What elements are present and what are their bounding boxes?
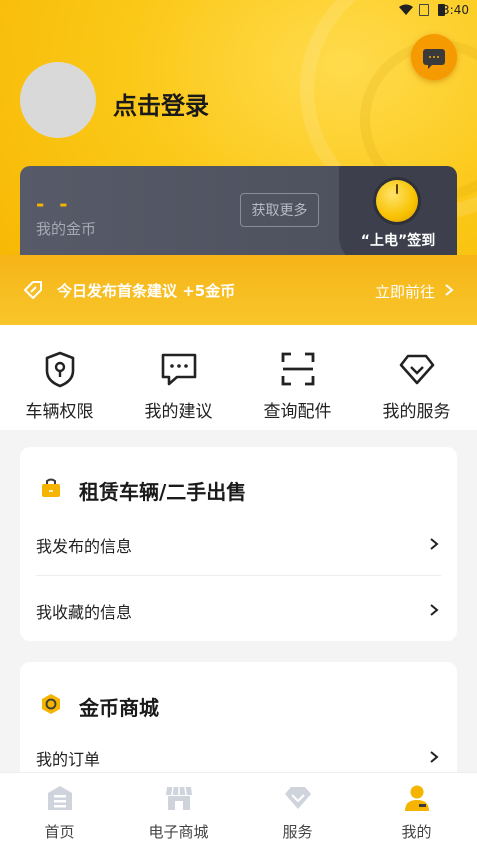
coin-value: - - — [36, 192, 72, 216]
diamond-icon — [284, 787, 311, 809]
row-label: 我的订单 — [36, 750, 101, 769]
nav-label: 我的 — [401, 823, 432, 841]
rental-title: 租赁车辆/二手出售 — [79, 480, 247, 504]
signin-button[interactable]: “上电”签到 — [339, 166, 457, 266]
sim-icon — [419, 4, 429, 16]
coin-label: 我的金币 — [36, 220, 97, 238]
shopping-bag-icon — [42, 478, 60, 497]
nav-tab-home[interactable]: 首页 — [0, 783, 119, 842]
nav-tab-service[interactable]: 服务 — [238, 783, 357, 842]
message-icon — [423, 49, 445, 69]
scan-icon — [281, 352, 314, 386]
get-more-button[interactable]: 获取更多 — [240, 193, 319, 227]
suggestion-text: 今日发布首条建议 +5金币 — [57, 282, 236, 300]
go-now-link[interactable]: 立即前往 — [375, 281, 435, 302]
message-icon — [161, 353, 196, 386]
coin-mall-title: 金币商城 — [79, 696, 159, 720]
coin-card: - - 我的金币 获取更多 “上电”签到 — [20, 166, 457, 266]
nav-label: 首页 — [44, 823, 75, 841]
signin-label: “上电”签到 — [360, 233, 436, 249]
my-posts-row[interactable]: 我发布的信息 — [36, 511, 441, 577]
quick-item-vehicle-permission[interactable]: 车辆权限 — [0, 349, 119, 422]
edit-tag-icon — [24, 281, 42, 299]
quick-item-label: 查询配件 — [263, 402, 332, 422]
chevron-right-icon — [430, 751, 439, 763]
diamond-icon — [399, 354, 434, 385]
bottom-navigation: 首页 电子商城 服务 我的 — [0, 772, 477, 848]
quick-item-label: 我的建议 — [144, 402, 213, 422]
message-button[interactable] — [411, 34, 457, 80]
nav-label: 服务 — [282, 823, 313, 841]
nav-label: 电子商城 — [148, 823, 209, 841]
chevron-right-icon — [430, 538, 439, 550]
quick-item-label: 车辆权限 — [25, 402, 94, 422]
row-label: 我发布的信息 — [36, 537, 133, 556]
nav-tab-store[interactable]: 电子商城 — [119, 783, 238, 842]
divider — [36, 575, 441, 576]
suggestion-banner[interactable]: 今日发布首条建议 +5金币 立即前往 — [0, 255, 477, 325]
rental-section: 租赁车辆/二手出售 我发布的信息 我收藏的信息 — [20, 447, 457, 641]
avatar[interactable] — [20, 62, 96, 138]
home-icon — [47, 786, 72, 810]
coin-icon — [42, 694, 60, 714]
store-icon — [165, 786, 192, 810]
chevron-right-icon — [430, 604, 439, 616]
login-link[interactable]: 点击登录 — [113, 86, 209, 121]
row-label: 我收藏的信息 — [36, 603, 133, 622]
profile-header: 3:40 点击登录 - - 我的金币 获取更多 “上电”签到 今日发布首条建议 … — [0, 0, 477, 325]
quick-item-my-suggestions[interactable]: 我的建议 — [119, 349, 238, 422]
coin-mall-section: 金币商城 我的订单 — [20, 662, 457, 782]
chevron-right-icon — [445, 284, 454, 296]
my-favorites-row[interactable]: 我收藏的信息 — [36, 577, 441, 643]
quick-item-label: 我的服务 — [382, 402, 451, 422]
quick-menu: 车辆权限 我的建议 查询配件 我的服务 — [0, 325, 477, 430]
status-time: 3:40 — [442, 3, 469, 17]
quick-item-my-services[interactable]: 我的服务 — [357, 349, 476, 422]
shield-location-icon — [45, 351, 74, 388]
wifi-icon — [399, 4, 413, 15]
power-knob-icon — [376, 180, 418, 222]
nav-tab-mine[interactable]: 我的 — [357, 783, 476, 842]
user-icon — [404, 785, 429, 811]
quick-item-parts-lookup[interactable]: 查询配件 — [238, 349, 357, 422]
status-bar: 3:40 — [0, 0, 477, 22]
